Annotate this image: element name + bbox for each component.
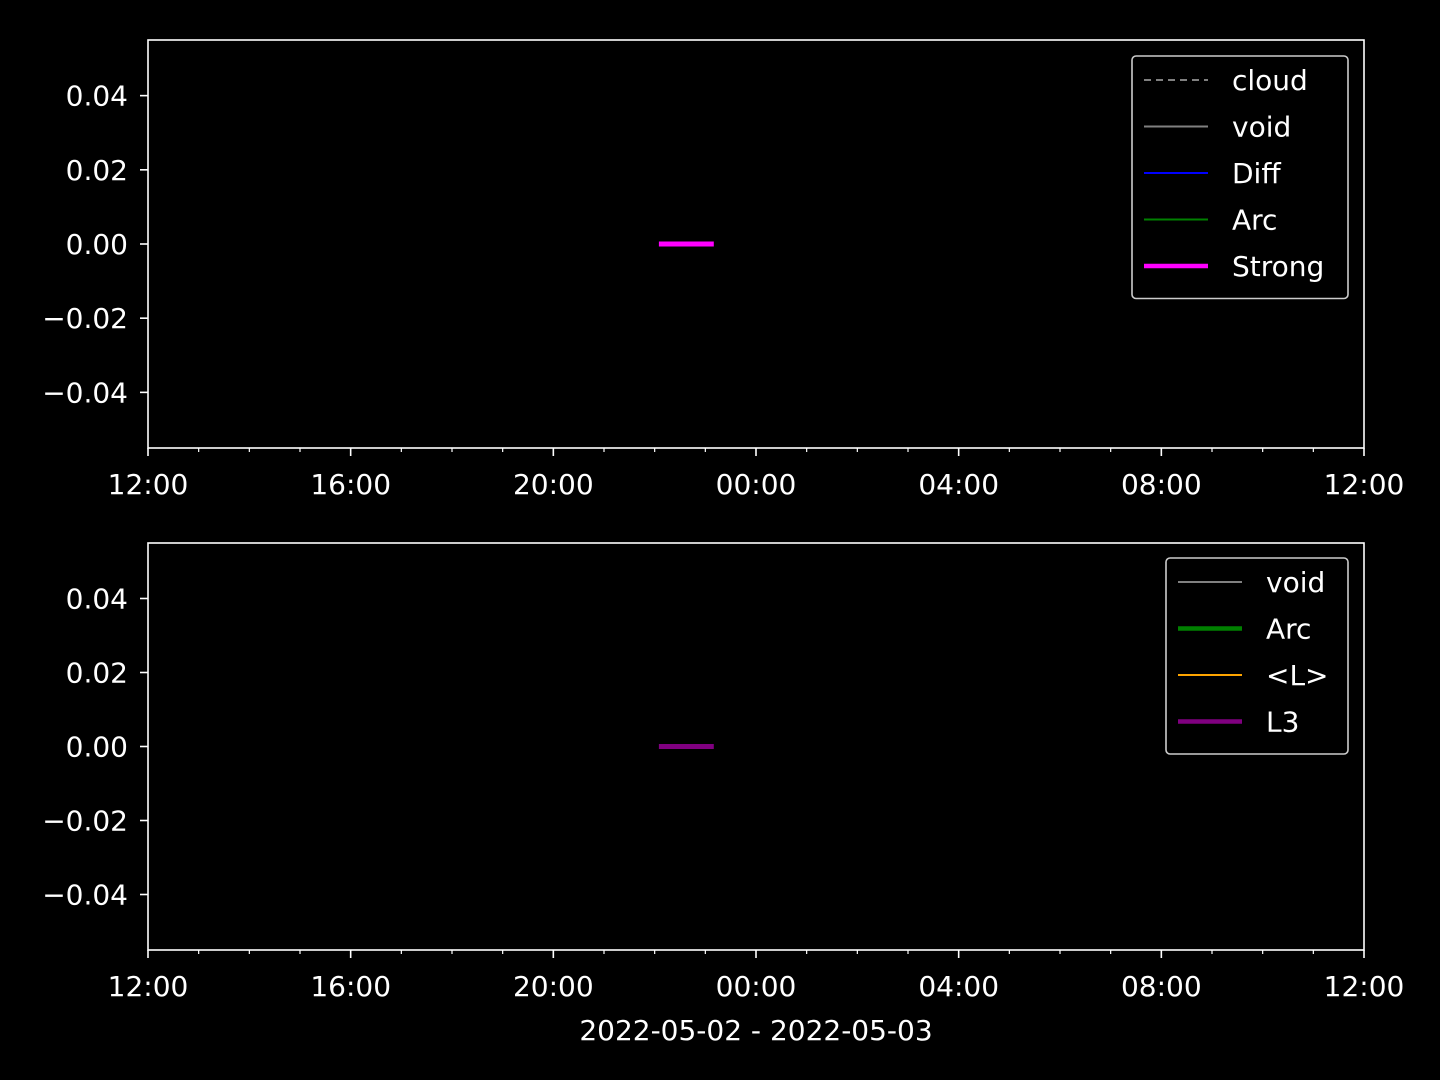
bottom-y-tick-label: −0.04 — [42, 879, 128, 912]
top-legend-label: Diff — [1232, 157, 1281, 190]
bottom-x-tick-label: 20:00 — [513, 970, 594, 1003]
bottom-legend: void Arc <L> L3 — [1165, 557, 1349, 755]
top-y-tick-label: 0.02 — [66, 154, 128, 187]
bottom-x-tick-label: 12:00 — [108, 970, 189, 1003]
bottom-legend-label: <L> — [1266, 659, 1329, 692]
figure: 0.04 0.02 0.00 −0.02 −0.04 12:00 16:00 20:00 00… — [0, 0, 1440, 1080]
top-legend-label: cloud — [1232, 64, 1308, 97]
top-x-tick-label: 12:00 — [108, 468, 189, 501]
top-legend-label: void — [1232, 111, 1291, 144]
bottom-x-tick-label: 04:00 — [918, 970, 999, 1003]
bottom-y-tick-label: 0.00 — [66, 731, 128, 764]
top-x-tick-label: 00:00 — [716, 468, 797, 501]
top-x-tick-label: 16:00 — [310, 468, 391, 501]
top-y-tick-label: 0.04 — [66, 80, 128, 113]
bottom-y-tick-label: 0.04 — [66, 583, 128, 616]
top-legend: cloud void Diff Arc Strong — [1131, 55, 1349, 300]
top-x-tick-label: 04:00 — [918, 468, 999, 501]
top-y-tick-label: 0.00 — [66, 228, 128, 261]
bottom-legend-label: void — [1266, 566, 1325, 599]
top-y-tick-label: −0.02 — [42, 302, 128, 335]
top-x-tick-label: 12:00 — [1324, 468, 1405, 501]
bottom-x-tick-label: 12:00 — [1324, 970, 1405, 1003]
x-axis-label: 2022-05-02 - 2022-05-03 — [579, 1014, 932, 1047]
bottom-x-tick-label: 00:00 — [716, 970, 797, 1003]
bottom-y-tick-label: −0.02 — [42, 805, 128, 838]
top-legend-label: Arc — [1232, 204, 1277, 237]
top-x-tick-label: 08:00 — [1121, 468, 1202, 501]
bottom-legend-label: L3 — [1266, 706, 1299, 739]
top-x-tick-label: 20:00 — [513, 468, 594, 501]
bottom-x-tick-label: 08:00 — [1121, 970, 1202, 1003]
bottom-legend-label: Arc — [1266, 613, 1311, 646]
top-y-tick-label: −0.04 — [42, 376, 128, 409]
top-legend-label: Strong — [1232, 250, 1324, 283]
bottom-x-tick-label: 16:00 — [310, 970, 391, 1003]
bottom-y-tick-label: 0.02 — [66, 657, 128, 690]
